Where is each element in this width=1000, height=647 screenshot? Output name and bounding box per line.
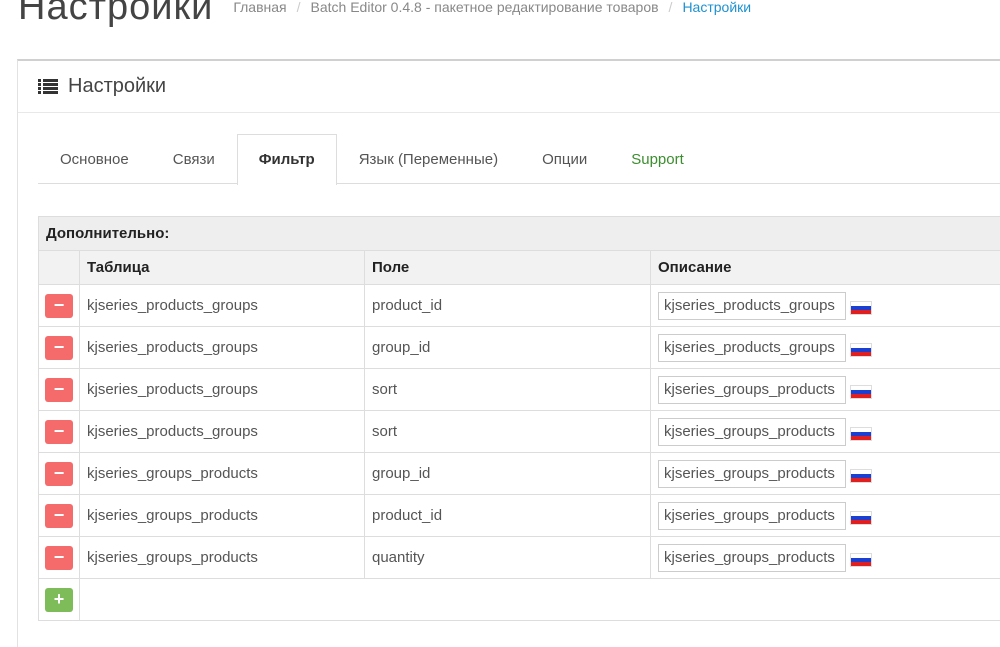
remove-row-button[interactable]: − xyxy=(45,377,73,402)
cell-description xyxy=(650,326,1000,369)
settings-panel: Настройки Основное Связи Фильтр Язык (Пе… xyxy=(17,59,1000,647)
breadcrumb-separator: / xyxy=(668,0,673,15)
page-header: Настройки Главная / Batch Editor 0.4.8 -… xyxy=(18,0,751,32)
breadcrumb-separator: / xyxy=(296,0,301,15)
cell-table: kjseries_products_groups xyxy=(79,284,365,327)
cell-table: kjseries_groups_products xyxy=(79,452,365,495)
description-input[interactable] xyxy=(658,375,846,404)
cell-field: product_id xyxy=(364,494,651,537)
remove-cell: − xyxy=(38,536,80,579)
breadcrumb-home[interactable]: Главная xyxy=(233,0,286,15)
tab-support[interactable]: Support xyxy=(609,134,706,184)
russian-flag-icon xyxy=(850,384,872,399)
table-caption-row: Дополнительно: xyxy=(38,216,1000,251)
filter-table: Дополнительно: Таблица Поле Описание − k… xyxy=(38,216,1000,621)
cell-field: sort xyxy=(364,410,651,453)
cell-field: product_id xyxy=(364,284,651,327)
description-wrap xyxy=(658,543,1000,572)
tab-language[interactable]: Язык (Переменные) xyxy=(337,134,520,184)
description-wrap xyxy=(658,375,1000,404)
remove-row-button[interactable]: − xyxy=(45,545,73,570)
cell-description xyxy=(650,284,1000,327)
description-wrap xyxy=(658,501,1000,530)
remove-row-button[interactable]: − xyxy=(45,419,73,444)
description-wrap xyxy=(658,333,1000,362)
panel-heading: Настройки xyxy=(18,61,1000,113)
panel-title: Настройки xyxy=(68,75,167,97)
remove-cell: − xyxy=(38,284,80,327)
cell-table: kjseries_groups_products xyxy=(79,536,365,579)
cell-description xyxy=(650,410,1000,453)
header-actions xyxy=(38,250,80,285)
description-wrap xyxy=(658,459,1000,488)
breadcrumb: Главная / Batch Editor 0.4.8 - пакетное … xyxy=(233,0,751,15)
table-header-row: Таблица Поле Описание xyxy=(38,250,1000,285)
table-caption: Дополнительно: xyxy=(38,216,1000,251)
russian-flag-icon xyxy=(850,300,872,315)
table-row: − kjseries_products_groups product_id xyxy=(38,284,1000,327)
table-row: − kjseries_products_groups group_id xyxy=(38,326,1000,369)
cell-field: quantity xyxy=(364,536,651,579)
cell-table: kjseries_groups_products xyxy=(79,494,365,537)
description-input[interactable] xyxy=(658,543,846,572)
remove-cell: − xyxy=(38,368,80,411)
remove-row-button[interactable]: − xyxy=(45,461,73,486)
cell-field: group_id xyxy=(364,452,651,495)
russian-flag-icon xyxy=(850,468,872,483)
cell-description xyxy=(650,452,1000,495)
header-table: Таблица xyxy=(79,250,365,285)
cell-field: sort xyxy=(364,368,651,411)
breadcrumb-module[interactable]: Batch Editor 0.4.8 - пакетное редактиров… xyxy=(311,0,659,15)
russian-flag-icon xyxy=(850,342,872,357)
cell-table: kjseries_products_groups xyxy=(79,368,365,411)
description-input[interactable] xyxy=(658,333,846,362)
cell-description xyxy=(650,368,1000,411)
add-row-button[interactable]: + xyxy=(45,587,73,612)
tab-main[interactable]: Основное xyxy=(38,134,151,184)
cell-field: group_id xyxy=(364,326,651,369)
remove-row-button[interactable]: − xyxy=(45,293,73,318)
description-input[interactable] xyxy=(658,501,846,530)
remove-cell: − xyxy=(38,452,80,495)
list-icon xyxy=(38,78,58,95)
russian-flag-icon xyxy=(850,426,872,441)
page-title: Настройки xyxy=(18,0,214,28)
table-row: − kjseries_groups_products quantity xyxy=(38,536,1000,579)
table-row: − kjseries_groups_products group_id xyxy=(38,452,1000,495)
russian-flag-icon xyxy=(850,510,872,525)
remove-cell: − xyxy=(38,410,80,453)
cell-description xyxy=(650,494,1000,537)
remove-row-button[interactable]: − xyxy=(45,503,73,528)
tabs: Основное Связи Фильтр Язык (Переменные) … xyxy=(38,134,1000,185)
tab-filter[interactable]: Фильтр xyxy=(236,134,337,185)
add-cell: + xyxy=(38,578,80,621)
description-input[interactable] xyxy=(658,291,846,320)
cell-table: kjseries_products_groups xyxy=(79,410,365,453)
remove-cell: − xyxy=(38,494,80,537)
russian-flag-icon xyxy=(850,552,872,567)
cell-description xyxy=(650,536,1000,579)
table-add-row: + xyxy=(38,578,1000,621)
description-wrap xyxy=(658,417,1000,446)
description-input[interactable] xyxy=(658,417,846,446)
tab-links[interactable]: Связи xyxy=(151,134,237,184)
table-row: − kjseries_groups_products product_id xyxy=(38,494,1000,537)
table-row: − kjseries_products_groups sort xyxy=(38,410,1000,453)
header-field: Поле xyxy=(364,250,651,285)
cell-table: kjseries_products_groups xyxy=(79,326,365,369)
tab-options[interactable]: Опции xyxy=(520,134,609,184)
remove-row-button[interactable]: − xyxy=(45,335,73,360)
table-row: − kjseries_products_groups sort xyxy=(38,368,1000,411)
breadcrumb-current[interactable]: Настройки xyxy=(682,0,751,15)
description-wrap xyxy=(658,291,1000,320)
header-description: Описание xyxy=(650,250,1000,285)
description-input[interactable] xyxy=(658,459,846,488)
remove-cell: − xyxy=(38,326,80,369)
add-row-filler xyxy=(79,578,1000,621)
